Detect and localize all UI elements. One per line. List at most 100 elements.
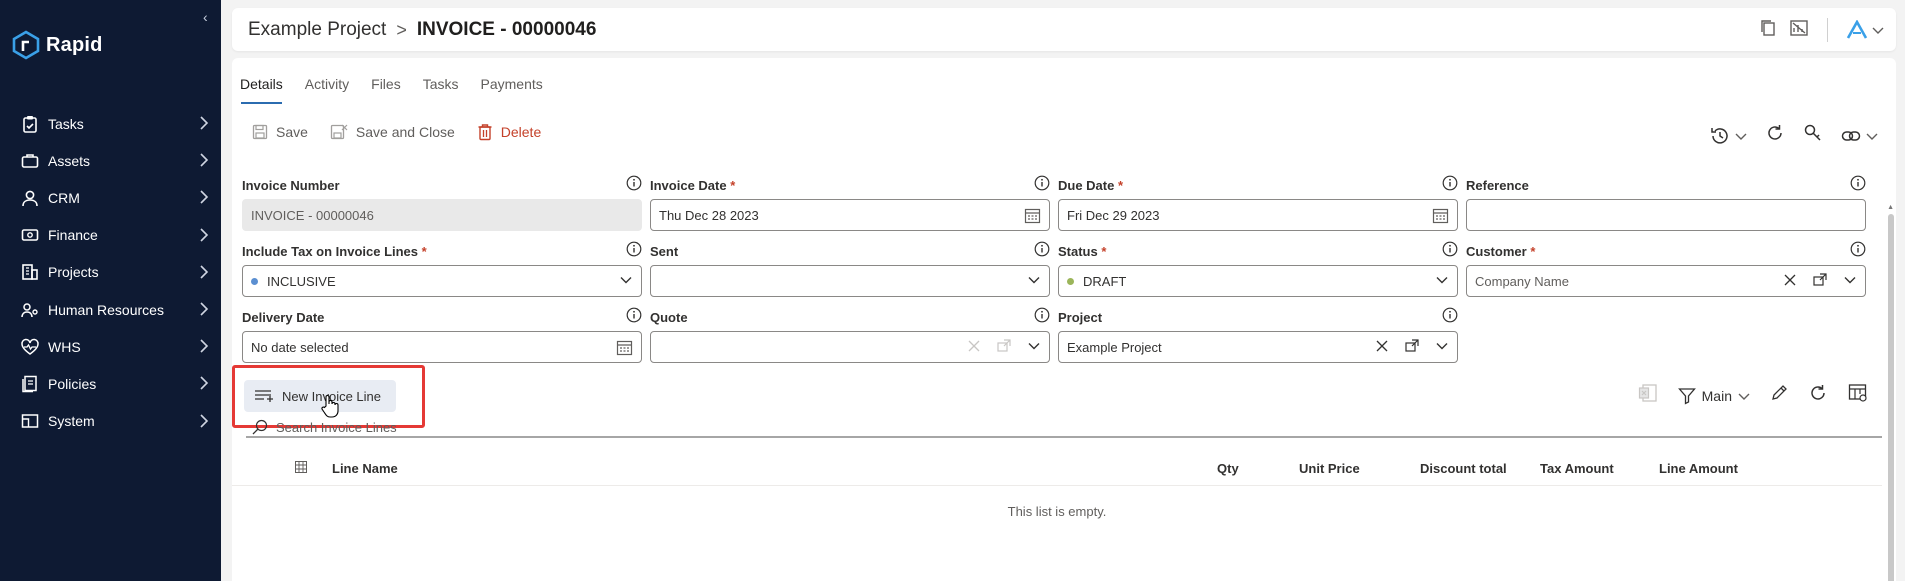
chevron-down-icon — [1027, 273, 1041, 290]
sidebar-item-projects[interactable]: Projects — [0, 254, 221, 291]
reference-field: Reference — [1466, 175, 1866, 231]
sidebar-item-label: Human Resources — [48, 301, 164, 318]
sidebar-item-human-resources[interactable]: Human Resources — [0, 291, 221, 328]
chevron-right-icon — [199, 227, 209, 248]
delivery-date-input[interactable]: No date selected — [242, 331, 642, 363]
save-button[interactable]: Save — [252, 124, 308, 140]
search-underline — [246, 436, 1882, 438]
main-panel: Details Activity Files Tasks Payments Sa… — [232, 58, 1896, 581]
info-icon[interactable] — [1442, 241, 1458, 262]
info-icon[interactable] — [1034, 241, 1050, 262]
column-line-amount[interactable]: Line Amount — [1659, 461, 1738, 476]
scroll-up-arrow-icon[interactable]: ▲ — [1887, 204, 1894, 211]
user-brand-menu[interactable] — [1846, 20, 1884, 40]
column-tax-amount[interactable]: Tax Amount — [1540, 461, 1614, 476]
quote-lookup[interactable] — [650, 331, 1050, 363]
info-icon[interactable] — [1850, 241, 1866, 262]
tab-tasks[interactable]: Tasks — [412, 74, 470, 104]
sidebar-item-tasks[interactable]: Tasks — [0, 105, 221, 142]
refresh-icon[interactable] — [1808, 383, 1828, 408]
info-icon[interactable] — [1034, 175, 1050, 196]
open-record-icon — [997, 339, 1011, 356]
save-label: Save — [276, 124, 308, 140]
chevron-down-icon — [1735, 133, 1747, 140]
search-icon — [252, 419, 268, 435]
link-menu[interactable] — [1841, 128, 1878, 144]
open-record-icon[interactable] — [1405, 339, 1419, 356]
system-panel-icon — [20, 411, 40, 431]
sidebar-item-assets[interactable]: Assets — [0, 142, 221, 179]
tab-activity[interactable]: Activity — [294, 74, 360, 104]
customer-lookup[interactable]: Company Name — [1466, 265, 1866, 297]
chevron-right-icon — [199, 264, 209, 285]
tab-payments[interactable]: Payments — [470, 74, 554, 104]
info-icon[interactable] — [626, 241, 642, 262]
column-discount-total[interactable]: Discount total — [1420, 461, 1507, 476]
column-chooser-icon[interactable] — [295, 461, 307, 476]
info-icon[interactable] — [626, 307, 642, 328]
heart-pulse-icon — [20, 337, 40, 357]
view-selector-label: Main — [1701, 387, 1732, 404]
delivery-date-label: Delivery Date — [242, 310, 325, 325]
info-icon[interactable] — [1850, 175, 1866, 196]
info-icon[interactable] — [626, 175, 642, 196]
vertical-scrollbar[interactable] — [1888, 214, 1894, 581]
sent-select[interactable] — [650, 265, 1050, 297]
open-record-icon[interactable] — [1813, 273, 1827, 290]
invoice-date-input[interactable]: Thu Dec 28 2023 — [650, 199, 1050, 231]
reference-input[interactable] — [1466, 199, 1866, 231]
sidebar-item-policies[interactable]: Policies — [0, 365, 221, 402]
clear-icon[interactable] — [1375, 339, 1389, 356]
sidebar-item-system[interactable]: System — [0, 403, 221, 440]
column-qty[interactable]: Qty — [1217, 461, 1239, 476]
chevron-down-icon — [1435, 339, 1449, 356]
sidebar-nav: Tasks Assets CRM Finance Projects Human … — [0, 105, 221, 440]
include-tax-select[interactable]: INCLUSIVE — [242, 265, 642, 297]
sidebar-item-finance[interactable]: Finance — [0, 217, 221, 254]
header-actions — [1759, 18, 1884, 42]
chevron-down-icon — [1435, 273, 1449, 290]
status-select[interactable]: DRAFT — [1058, 265, 1458, 297]
sidebar-item-crm[interactable]: CRM — [0, 179, 221, 216]
clear-icon[interactable] — [1783, 273, 1797, 290]
search-invoice-lines[interactable]: Search Invoice Lines — [252, 419, 397, 435]
collapse-sidebar-icon[interactable]: ‹ — [203, 9, 208, 25]
tab-details[interactable]: Details — [240, 74, 294, 104]
due-date-input[interactable]: Fri Dec 29 2023 — [1058, 199, 1458, 231]
status-dot — [1067, 277, 1074, 285]
key-icon[interactable] — [1803, 123, 1823, 148]
search-input[interactable]: Search Invoice Lines — [276, 420, 397, 435]
save-and-close-button[interactable]: Save and Close — [330, 124, 455, 140]
app-logo[interactable]: Rapid — [12, 30, 103, 60]
history-menu[interactable] — [1710, 126, 1747, 146]
delivery-date-field: Delivery Date No date selected — [242, 307, 642, 363]
chevron-down-icon — [1738, 393, 1750, 400]
chevron-right-icon — [199, 189, 209, 210]
chevron-right-icon — [199, 413, 209, 434]
refresh-icon[interactable] — [1765, 123, 1785, 148]
view-selector[interactable]: Main — [1677, 387, 1750, 405]
delete-button[interactable]: Delete — [477, 123, 541, 141]
calendar-icon[interactable] — [616, 339, 633, 359]
copy-icon[interactable] — [1759, 19, 1777, 42]
calendar-icon[interactable] — [1024, 207, 1041, 227]
project-lookup[interactable]: Example Project — [1058, 331, 1458, 363]
edit-pencil-icon[interactable] — [1770, 384, 1788, 407]
calendar-icon[interactable] — [1432, 207, 1449, 227]
tab-files[interactable]: Files — [360, 74, 412, 104]
column-line-name[interactable]: Line Name — [332, 461, 398, 476]
trash-icon — [478, 124, 492, 141]
banknote-icon — [20, 225, 40, 245]
info-icon[interactable] — [1442, 307, 1458, 328]
quote-field: Quote — [650, 307, 1050, 363]
report-chart-icon[interactable] — [1789, 19, 1809, 42]
column-unit-price[interactable]: Unit Price — [1299, 461, 1360, 476]
info-icon[interactable] — [1034, 307, 1050, 328]
sidebar-item-whs[interactable]: WHS — [0, 328, 221, 365]
grid-settings-icon[interactable] — [1848, 383, 1868, 408]
page-title: INVOICE - 00000046 — [416, 19, 597, 40]
chevron-down-icon — [619, 273, 633, 290]
add-list-icon — [255, 390, 273, 402]
breadcrumb-project-link[interactable]: Example Project — [248, 19, 386, 41]
info-icon[interactable] — [1442, 175, 1458, 196]
